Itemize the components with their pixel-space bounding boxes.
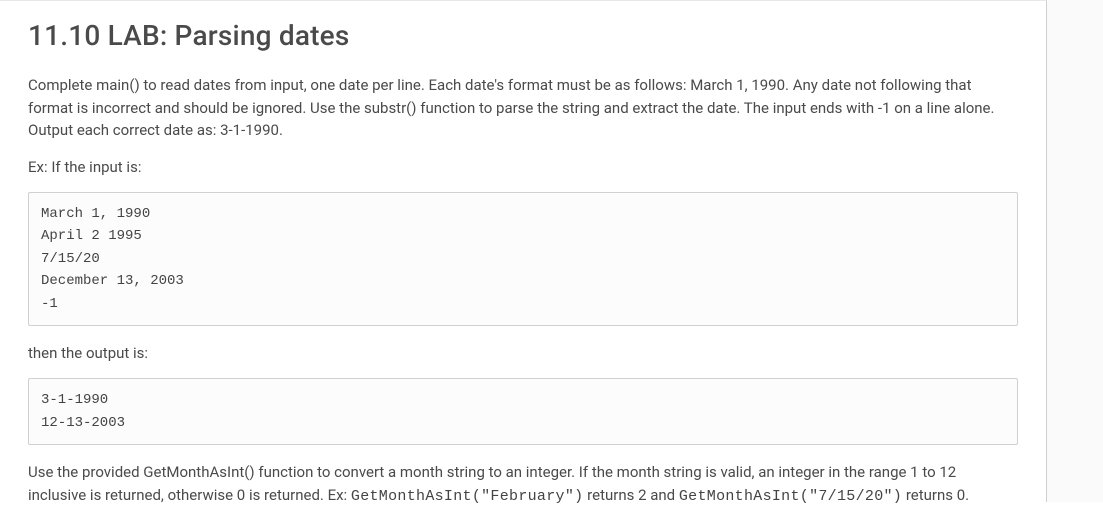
example-input-label: Ex: If the input is: [28, 156, 1018, 179]
example-output-block: 3-1-1990 12-13-2003 [28, 378, 1018, 445]
lab-content: 11.10 LAB: Parsing dates Complete main()… [0, 0, 1047, 502]
footer-text-mid: returns 2 and [583, 486, 678, 504]
footer-paragraph: Use the provided GetMonthAsInt() functio… [28, 461, 1018, 508]
footer-text-post: returns 0. [902, 486, 969, 504]
example-output-label: then the output is: [28, 342, 1018, 365]
inline-code-date: GetMonthAsInt("7/15/20") [679, 488, 902, 505]
example-input-block: March 1, 1990 April 2 1995 7/15/20 Decem… [28, 192, 1018, 326]
instructions-paragraph: Complete main() to read dates from input… [28, 74, 1018, 142]
inline-code-february: GetMonthAsInt("February") [351, 488, 584, 505]
page-title: 11.10 LAB: Parsing dates [28, 19, 1018, 52]
right-gutter [1047, 0, 1103, 502]
